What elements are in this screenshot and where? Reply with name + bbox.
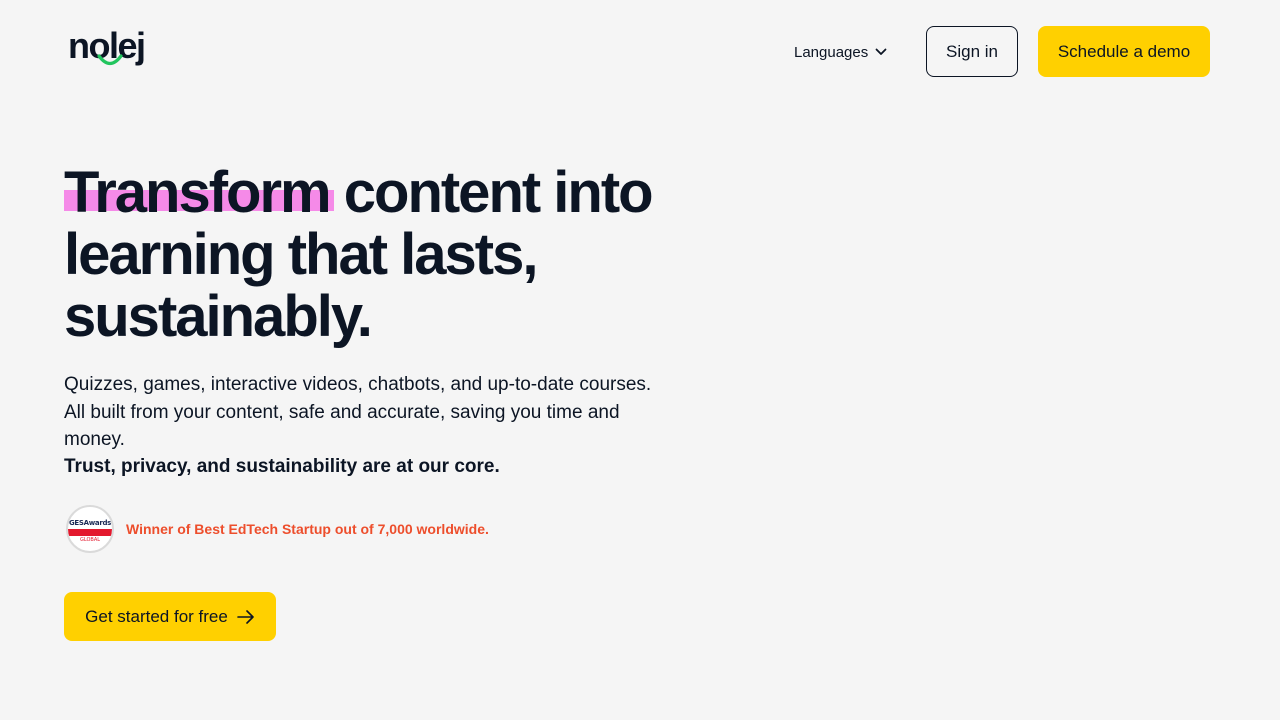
- logo[interactable]: nolej: [68, 24, 148, 76]
- smile-icon: [97, 54, 123, 66]
- hero-title: Transform content into learning that las…: [64, 162, 684, 348]
- schedule-demo-button[interactable]: Schedule a demo: [1038, 26, 1210, 77]
- sign-in-button[interactable]: Sign in: [926, 26, 1018, 77]
- languages-label: Languages: [794, 43, 869, 61]
- chevron-down-icon: [875, 48, 887, 56]
- site-header: nolej Languages Sign in Schedule a demo: [0, 0, 1280, 100]
- gesa-award-badge: GESAwards GLOBAL: [66, 505, 114, 553]
- arrow-right-icon: [237, 609, 255, 624]
- get-started-button[interactable]: Get started for free: [64, 592, 276, 641]
- hero-subtitle: Quizzes, games, interactive videos, chat…: [64, 374, 652, 450]
- hero-title-highlight: Transform: [64, 160, 334, 225]
- badge-bottom-text: GLOBAL: [79, 537, 101, 543]
- languages-dropdown[interactable]: Languages: [794, 40, 887, 64]
- badge-top-text: GESAwards: [68, 519, 112, 527]
- award-row: GESAwards GLOBAL Winner of Best EdTech S…: [66, 505, 489, 553]
- award-text: Winner of Best EdTech Startup out of 7,0…: [126, 521, 489, 537]
- hero-strong-line: Trust, privacy, and sustainability are a…: [64, 456, 500, 477]
- get-started-label: Get started for free: [85, 606, 228, 626]
- badge-band: [68, 529, 112, 536]
